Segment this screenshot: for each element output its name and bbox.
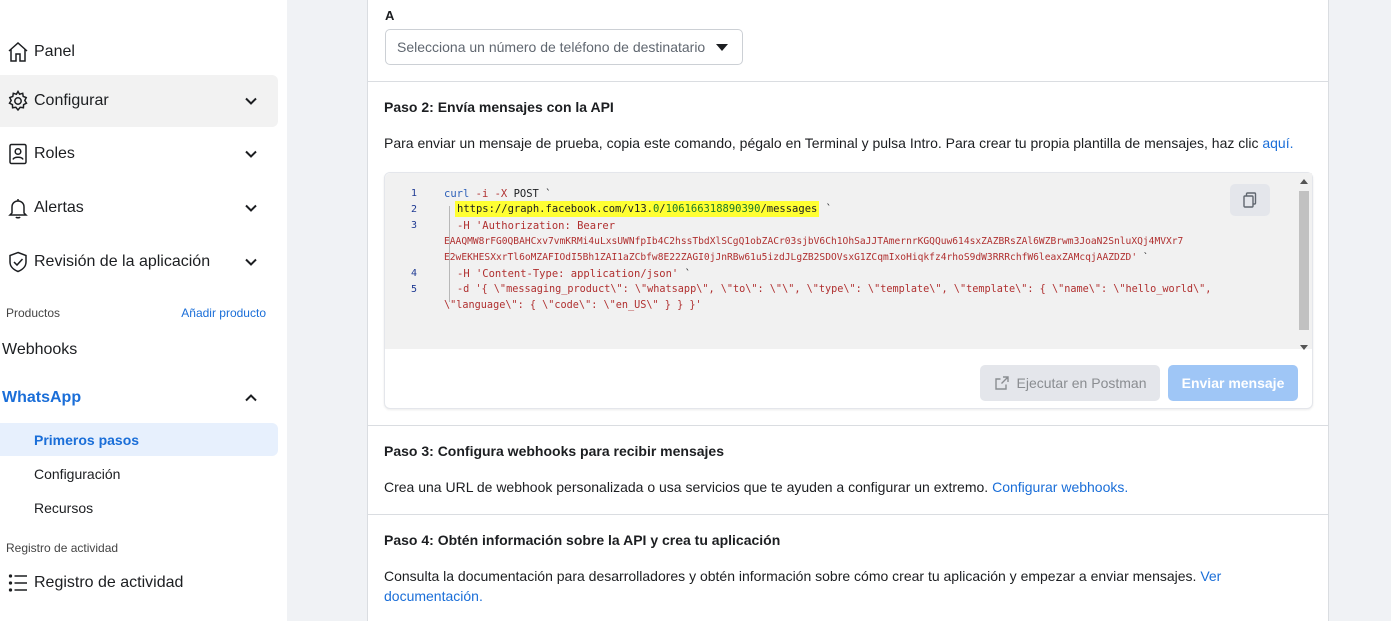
chevron-down-icon bbox=[245, 258, 257, 266]
product-webhooks[interactable]: Webhooks bbox=[2, 341, 77, 359]
create-template-link[interactable]: aquí bbox=[1262, 135, 1289, 151]
nav-label-roles: Roles bbox=[34, 145, 75, 162]
code-continuation: ` bbox=[678, 268, 691, 280]
configure-webhooks-link[interactable]: Configurar webhooks. bbox=[992, 479, 1128, 495]
nav-item-panel[interactable]: Panel bbox=[0, 26, 278, 78]
step2-description: Para enviar un mensaje de prueba, copia … bbox=[384, 133, 1294, 153]
code-header: -H 'Content-Type: application/json' bbox=[457, 268, 679, 280]
nav-label-alertas: Alertas bbox=[34, 199, 84, 216]
code-curl: curl bbox=[444, 188, 470, 200]
to-field-label: A bbox=[385, 8, 395, 23]
product-whatsapp-label: WhatsApp bbox=[2, 389, 82, 406]
product-whatsapp[interactable]: WhatsApp bbox=[0, 387, 278, 409]
code-line-3: -H 'Authorization: Bearer bbox=[457, 220, 616, 232]
step3-text: Crea una URL de webhook personalizada o … bbox=[384, 479, 993, 495]
divider bbox=[368, 425, 1328, 426]
sub-item-primeros-pasos[interactable]: Primeros pasos bbox=[0, 423, 278, 456]
nav-item-alertas[interactable]: Alertas bbox=[0, 182, 278, 234]
code-method: POST ` bbox=[513, 188, 552, 200]
nav-label-panel: Panel bbox=[34, 43, 75, 60]
step3-title: Paso 3: Configura webhooks para recibir … bbox=[384, 443, 724, 459]
nav-item-configurar[interactable]: Configurar bbox=[0, 75, 278, 127]
nav-item-revision[interactable]: Revisión de la aplicación bbox=[0, 236, 278, 288]
bell-icon bbox=[0, 196, 34, 220]
sidebar: Panel Configurar Roles Alertas Revisión … bbox=[0, 0, 287, 621]
chevron-up-icon bbox=[245, 394, 257, 402]
external-link-icon bbox=[994, 376, 1009, 390]
activity-section-label: Registro de actividad bbox=[6, 541, 119, 555]
code-continuation: ` bbox=[1137, 252, 1149, 263]
caret-down-icon bbox=[716, 44, 728, 51]
chevron-down-icon bbox=[245, 150, 257, 158]
send-message-label: Enviar mensaje bbox=[1181, 375, 1285, 391]
run-in-postman-label: Ejecutar en Postman bbox=[1016, 375, 1147, 391]
copy-icon bbox=[1243, 192, 1257, 208]
list-icon bbox=[0, 571, 34, 595]
line-number: 2 bbox=[411, 204, 418, 215]
nav-item-activity[interactable]: Registro de actividad bbox=[0, 557, 278, 609]
code-block-panel: 1 curl -i -X POST ` 2 https://graph.face… bbox=[384, 172, 1313, 409]
view-docs-link[interactable]: Ver bbox=[1200, 568, 1221, 584]
phone-number-id: 106166318890390 bbox=[665, 203, 761, 215]
home-icon bbox=[0, 40, 34, 64]
divider bbox=[368, 514, 1328, 515]
copy-code-button[interactable] bbox=[1230, 184, 1270, 216]
code-token-2: E2wEKHESXxrTl6oMZAFIOdI5Bh1ZAI1aZCbfw8E2… bbox=[444, 252, 1138, 263]
getting-started-card: A Selecciona un número de teléfono de de… bbox=[367, 0, 1329, 621]
code-line-5: -d '{ \"messaging_product\": \"whatsapp\… bbox=[457, 284, 1212, 295]
nav-label-activity: Registro de actividad bbox=[34, 574, 184, 591]
code-token-1: EAAQMW8rFG0QBAHCxv7vmKRMi4uLxsUWNfpIb4C2… bbox=[444, 236, 1184, 247]
chevron-down-icon bbox=[245, 97, 257, 105]
code-line-4: -H 'Content-Type: application/json' ` bbox=[457, 268, 691, 280]
recipient-phone-placeholder: Selecciona un número de teléfono de dest… bbox=[397, 39, 706, 55]
add-product-link[interactable]: Añadir producto bbox=[181, 306, 266, 320]
code-scrollbar[interactable] bbox=[1296, 173, 1312, 350]
scroll-thumb[interactable] bbox=[1299, 191, 1309, 330]
send-message-button[interactable]: Enviar mensaje bbox=[1168, 365, 1298, 401]
code-flags: -i -X bbox=[475, 188, 508, 200]
code-line-1: curl -i -X POST ` bbox=[444, 188, 552, 200]
highlighted-endpoint-url: https://graph.facebook.com/v13.0/1061663… bbox=[455, 201, 820, 217]
line-number: 1 bbox=[411, 188, 418, 199]
nav-label-configurar: Configurar bbox=[34, 92, 109, 109]
url-part: https://graph.facebook.com/v13. bbox=[457, 203, 653, 215]
step4-text: Consulta la documentación para desarroll… bbox=[384, 568, 1201, 584]
sub-item-recursos[interactable]: Recursos bbox=[0, 491, 278, 524]
shield-check-icon bbox=[0, 250, 34, 274]
scroll-up-arrow-icon[interactable] bbox=[1300, 179, 1308, 184]
run-in-postman-button[interactable]: Ejecutar en Postman bbox=[980, 365, 1160, 401]
line-number: 4 bbox=[411, 268, 418, 279]
step2-period: . bbox=[1289, 135, 1294, 151]
scroll-down-arrow-icon[interactable] bbox=[1300, 345, 1308, 350]
step4-title: Paso 4: Obtén información sobre la API y… bbox=[384, 532, 781, 548]
step2-title: Paso 2: Envía mensajes con la API bbox=[384, 99, 614, 115]
sub-item-label: Recursos bbox=[34, 499, 94, 516]
user-badge-icon bbox=[0, 142, 34, 166]
sub-item-configuracion[interactable]: Configuración bbox=[0, 457, 278, 490]
curl-code-block[interactable]: 1 curl -i -X POST ` 2 https://graph.face… bbox=[385, 173, 1298, 349]
step4-description: Consulta la documentación para desarroll… bbox=[384, 566, 1264, 606]
sub-item-label: Primeros pasos bbox=[34, 431, 140, 448]
products-section-label: Productos bbox=[6, 306, 61, 320]
line-number: 5 bbox=[411, 284, 418, 295]
step2-text: Para enviar un mensaje de prueba, copia … bbox=[384, 135, 1263, 151]
url-part: /messages bbox=[760, 203, 818, 215]
code-line-5-cont: \"language\": { \"code\": \"en_US\" } } … bbox=[444, 300, 702, 311]
chevron-down-icon bbox=[245, 204, 257, 212]
line-number: 3 bbox=[411, 220, 418, 231]
step3-description: Crea una URL de webhook personalizada o … bbox=[384, 477, 1128, 497]
nav-item-roles[interactable]: Roles bbox=[0, 128, 278, 180]
gear-icon bbox=[0, 89, 34, 113]
recipient-phone-select[interactable]: Selecciona un número de teléfono de dest… bbox=[385, 29, 743, 65]
code-line-2: https://graph.facebook.com/v13.0/1061663… bbox=[455, 201, 833, 217]
divider bbox=[368, 81, 1328, 82]
code-token-2-line: E2wEKHESXxrTl6oMZAFIOdI5Bh1ZAI1aZCbfw8E2… bbox=[444, 252, 1149, 263]
code-continuation: ` bbox=[819, 203, 833, 215]
nav-label-revision: Revisión de la aplicación bbox=[34, 253, 211, 270]
sub-item-label: Configuración bbox=[34, 465, 121, 482]
view-docs-link-cont[interactable]: documentación. bbox=[384, 588, 483, 604]
